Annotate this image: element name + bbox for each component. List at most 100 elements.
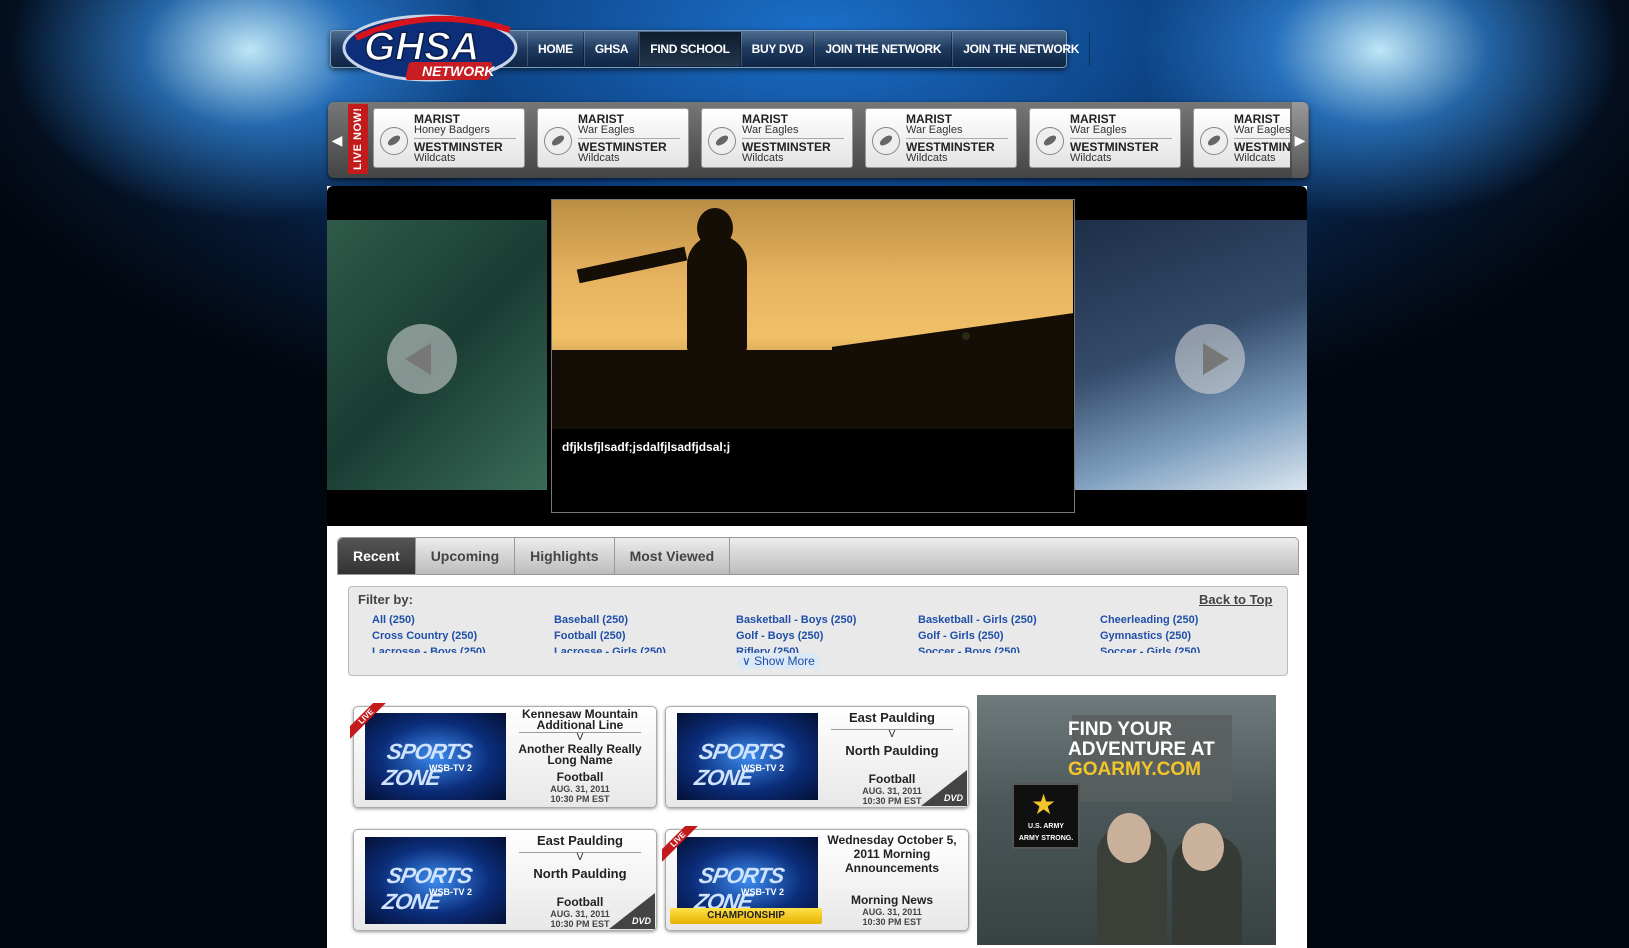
football-icon <box>1200 127 1228 155</box>
football-icon <box>1036 127 1064 155</box>
ad-line-1: FIND YOUR <box>1068 719 1173 740</box>
away-mascot: Wildcats <box>578 152 620 164</box>
live-game-card[interactable]: MARIST War Eagles WESTMINSTER Wildcats <box>865 108 1017 168</box>
filter-option[interactable]: Baseball (250) <box>554 613 736 627</box>
slider-prev-arrow-icon[interactable] <box>387 324 457 394</box>
tab-highlights[interactable]: Highlights <box>515 538 615 574</box>
video-thumbnail[interactable]: SPORTS ZONE WSB-TV 2 <box>365 837 506 924</box>
video-info: Wednesday October 5, 2011 Morning Announ… <box>822 833 962 927</box>
tab-recent[interactable]: Recent <box>338 538 416 574</box>
back-to-top-link[interactable]: Back to Top <box>1199 592 1272 607</box>
filter-option[interactable]: All (250) <box>372 613 554 627</box>
thumbnail-subtitle: WSB-TV 2 <box>429 763 473 773</box>
live-game-card[interactable]: MARIST Honey Badgers WESTMINSTER Wildcat… <box>373 108 525 168</box>
ghsa-network-logo[interactable]: GHSA NETWORK <box>342 10 520 90</box>
video-title: Wednesday October 5, 2011 Morning Announ… <box>827 833 957 875</box>
away-team: North Paulding <box>533 866 627 881</box>
army-star-logo: ★ U.S. ARMY ARMY STRONG. <box>1012 783 1080 849</box>
away-team: Another Really Really Long Name <box>518 742 642 767</box>
filter-option[interactable]: Riflery (250) <box>736 645 918 653</box>
live-prev-arrow-icon[interactable]: ◀ <box>330 102 344 178</box>
live-now-badge: LIVE NOW! <box>348 104 368 174</box>
logo-shield-icon: GHSA NETWORK <box>342 14 518 82</box>
nav-ghsa[interactable]: GHSA <box>583 32 640 66</box>
nav-join-network[interactable]: JOIN THE NETWORK <box>814 32 953 66</box>
home-team: Kennesaw Mountain Additional Line <box>521 707 638 732</box>
video-tabs: Recent Upcoming Highlights Most Viewed <box>337 537 1299 575</box>
nav-buy-dvd[interactable]: BUY DVD <box>740 32 815 66</box>
football-icon <box>544 127 572 155</box>
game-time: 10:30 PM EST <box>550 794 610 804</box>
tab-most-viewed[interactable]: Most Viewed <box>615 538 731 574</box>
ad-badge-line-2: ARMY STRONG. <box>1018 835 1074 842</box>
sport-label: Football <box>556 770 604 784</box>
home-mascot: Honey Badgers <box>414 124 490 136</box>
main-nav: HOME GHSA FIND SCHOOL BUY DVD JOIN THE N… <box>527 32 1091 66</box>
video-info: Kennesaw Mountain Additional Line V Anot… <box>511 707 649 804</box>
slide-photo <box>552 200 1073 429</box>
nav-join-network-2[interactable]: JOIN THE NETWORK <box>952 32 1091 66</box>
sport-label: Morning News <box>850 893 933 907</box>
filter-option[interactable]: Cheerleading (250) <box>1100 613 1282 627</box>
video-thumbnail[interactable]: SPORTS ZONE WSB-TV 2 <box>677 713 818 800</box>
live-next-arrow-icon[interactable]: ▶ <box>1292 102 1308 178</box>
ad-line-2: ADVENTURE AT <box>1068 739 1215 760</box>
filter-option[interactable]: Soccer - Boys (250) <box>918 645 1100 653</box>
live-score-track: MARIST Honey Badgers WESTMINSTER Wildcat… <box>373 108 1290 170</box>
football-icon <box>708 127 736 155</box>
home-mascot: War Eagles <box>578 124 635 136</box>
away-mascot: Wildcats <box>906 152 948 164</box>
home-team: East Paulding <box>537 833 623 848</box>
show-more-button[interactable]: ∨ Show More <box>738 653 819 669</box>
away-mascot: Wildcats <box>1070 152 1112 164</box>
versus-label: V <box>831 729 953 740</box>
ad-badge-line-1: U.S. ARMY <box>1028 823 1064 830</box>
live-game-card[interactable]: MARIST War Eagles WESTMINSTER Wildcats <box>1193 108 1290 168</box>
thumbnail-subtitle: WSB-TV 2 <box>429 887 473 897</box>
game-time: 10:30 PM EST <box>862 917 922 927</box>
live-ribbon: LIVE <box>662 826 698 862</box>
dvd-icon: DVD <box>609 893 655 929</box>
football-icon <box>380 127 408 155</box>
filter-option[interactable]: Cross Country (250) <box>372 629 554 643</box>
nav-home[interactable]: HOME <box>527 32 584 66</box>
football-icon <box>872 127 900 155</box>
championship-banner: CHAMPIONSHIP <box>670 908 822 924</box>
slider-next-arrow-icon[interactable] <box>1175 324 1245 394</box>
logo-subtext: NETWORK <box>422 63 495 79</box>
home-mascot: War Eagles <box>1234 124 1290 136</box>
live-game-card[interactable]: MARIST War Eagles WESTMINSTER Wildcats <box>537 108 689 168</box>
filter-option[interactable]: Soccer - Girls (250) <box>1100 645 1282 653</box>
filter-option[interactable]: Lacrosse - Boys (250) <box>372 645 554 653</box>
filter-option[interactable]: Football (250) <box>554 629 736 643</box>
tab-upcoming[interactable]: Upcoming <box>416 538 516 574</box>
filter-option[interactable]: Basketball - Boys (250) <box>736 613 918 627</box>
home-team: East Paulding <box>849 710 935 725</box>
dvd-icon: DVD <box>921 770 967 806</box>
star-icon: ★ <box>1031 789 1057 820</box>
home-mascot: War Eagles <box>1070 124 1127 136</box>
away-mascot: Wildcats <box>414 152 456 164</box>
filter-label: Filter by: <box>358 592 413 607</box>
home-mascot: War Eagles <box>906 124 963 136</box>
away-mascot: Wildcats <box>1234 152 1276 164</box>
filter-option[interactable]: Lacrosse - Girls (250) <box>554 645 736 653</box>
filter-option[interactable]: Basketball - Girls (250) <box>918 613 1100 627</box>
thumbnail-subtitle: WSB-TV 2 <box>741 763 785 773</box>
away-team: North Paulding <box>845 743 939 758</box>
ad-headline: FIND YOUR ADVENTURE AT GOARMY.COM <box>1068 720 1228 780</box>
live-game-card[interactable]: MARIST War Eagles WESTMINSTER Wildcats <box>701 108 853 168</box>
filter-option[interactable]: Golf - Girls (250) <box>918 629 1100 643</box>
game-date: AUG. 31, 2011 <box>862 907 922 917</box>
filter-options: All (250) Baseball (250) Basketball - Bo… <box>372 613 1282 653</box>
game-date: AUG. 31, 2011 <box>550 784 610 794</box>
filter-option[interactable]: Golf - Boys (250) <box>736 629 918 643</box>
versus-label: V <box>519 852 641 863</box>
nav-find-school[interactable]: FIND SCHOOL <box>639 32 741 66</box>
video-thumbnail[interactable]: SPORTS ZONE WSB-TV 2 <box>365 713 506 800</box>
thumbnail-subtitle: WSB-TV 2 <box>741 887 785 897</box>
live-game-card[interactable]: MARIST War Eagles WESTMINSTER Wildcats <box>1029 108 1181 168</box>
filter-option[interactable]: Gymnastics (250) <box>1100 629 1282 643</box>
home-mascot: War Eagles <box>742 124 799 136</box>
ad-line-3: GOARMY.COM <box>1068 759 1201 780</box>
